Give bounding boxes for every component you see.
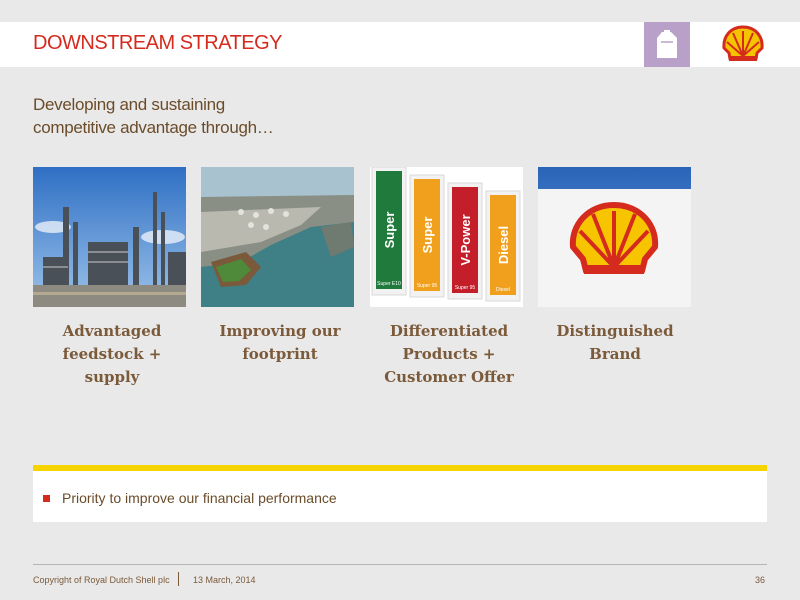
refinery-photo: [33, 167, 186, 307]
coastal-refinery-aerial-photo: [201, 167, 354, 307]
caption-line: Improving our: [219, 322, 341, 340]
pump-label-text: Diesel: [496, 226, 511, 264]
slide-title: DOWNSTREAM STRATEGY: [33, 32, 283, 54]
pump-label-small-text: Super 95: [417, 283, 438, 289]
caption-line: Products +: [402, 345, 496, 363]
pillar-caption-footprint: Improving our footprint: [200, 320, 360, 366]
shell-pecten-icon: [569, 202, 659, 274]
pump-label-text: Super: [420, 217, 435, 254]
bullet-icon: [43, 495, 50, 502]
pillar-caption-products: Differentiated Products + Customer Offer: [369, 320, 529, 389]
caption-line: supply: [84, 368, 140, 386]
pump-label-small-text: Diesel: [496, 287, 510, 293]
caption-line: footprint: [242, 345, 318, 363]
pillar-caption-brand: Distinguished Brand: [535, 320, 695, 366]
pump-label-small-text: Super 95: [455, 285, 476, 291]
caption-line: feedstock +: [62, 345, 162, 363]
pump-label-text: V-Power: [458, 214, 473, 265]
footer-divider: [33, 564, 767, 565]
caption-line: Customer Offer: [384, 368, 514, 386]
subtitle-line-2: competitive advantage through…: [33, 118, 274, 137]
category-tile: [644, 22, 690, 67]
footer-date: 13 March, 2014: [193, 575, 256, 585]
shell-pecten-icon: [722, 25, 764, 61]
footer-separator: [178, 572, 179, 586]
priority-text: Priority to improve our financial perfor…: [62, 490, 337, 506]
page-number: 36: [754, 575, 765, 585]
subtitle-line-1: Developing and sustaining: [33, 95, 225, 114]
slide-subtitle: Developing and sustaining competitive ad…: [33, 93, 333, 139]
fuel-pump-labels-photo: Super Super E10 Super Super 95 V-Power Super …: [370, 167, 523, 307]
caption-line: Distinguished: [556, 322, 674, 340]
pillar-caption-feedstock: Advantaged feedstock + supply: [32, 320, 192, 389]
caption-line: Differentiated: [389, 322, 509, 340]
priority-box: Priority to improve our financial perfor…: [33, 465, 767, 522]
fuel-can-icon: [657, 30, 677, 58]
pump-label-text: Super: [382, 212, 397, 249]
caption-line: Advantaged: [62, 322, 162, 340]
caption-line: Brand: [589, 345, 641, 363]
shell-logo-sign-photo: [538, 167, 691, 307]
footer-copyright: Copyright of Royal Dutch Shell plc: [33, 575, 170, 585]
pump-label-small-text: Super E10: [377, 281, 401, 287]
